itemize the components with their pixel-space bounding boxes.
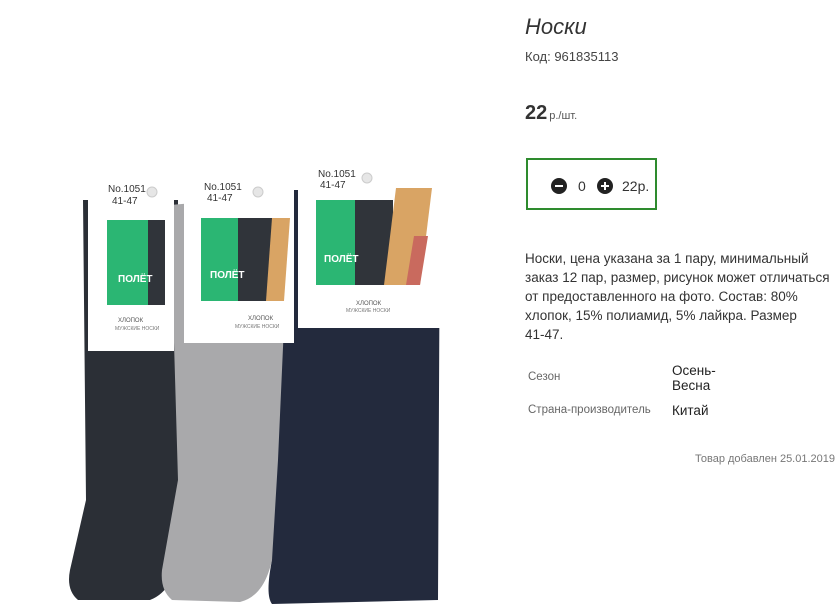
label-1-material: ХЛОПОК <box>118 318 144 324</box>
spec-value-line: Осень- <box>672 363 716 378</box>
label-2-model: No.1051 <box>204 182 242 193</box>
minus-circle-icon[interactable] <box>551 178 567 194</box>
label-1-kind: МУЖСКИЕ НОСКИ <box>115 326 160 332</box>
label-3-brand: ПОЛЁТ <box>324 252 359 265</box>
description-line: хлопок, 15% полиамид, 5% лайкра. Размер <box>525 308 797 323</box>
spec-label-season: Сезон <box>528 371 561 383</box>
sock-label-card-3: No.1051 41-47 ПОЛЁТ ХЛОПОК МУЖСКИЕ НОСКИ <box>298 158 442 328</box>
quantity-selector: 0 22р. <box>526 158 657 210</box>
product-title: Носки <box>525 14 587 39</box>
spec-value-country: Китай <box>672 403 709 418</box>
label-2-brand: ПОЛЁТ <box>210 268 245 281</box>
plus-circle-icon[interactable] <box>597 178 613 194</box>
price: 22 р./шт. <box>525 102 577 125</box>
product-description: Носки, цена указана за 1 пару, минимальн… <box>525 249 838 344</box>
label-2-material: ХЛОПОК <box>248 316 274 322</box>
label-1-model: No.1051 <box>108 184 146 195</box>
label-2-size: 41-47 <box>207 193 233 204</box>
spec-value-season: Осень- Весна <box>672 363 716 393</box>
quantity-value: 0 <box>578 178 586 194</box>
spec-label-country: Страна-производитель <box>528 404 651 416</box>
spec-value-line: Весна <box>672 378 711 393</box>
sock-label-card-2: No.1051 41-47 ПОЛЁТ ХЛОПОК МУЖСКИЕ НОСКИ <box>184 175 294 343</box>
label-1-brand: ПОЛЁТ <box>118 272 153 285</box>
spec-value-line: Китай <box>672 403 709 418</box>
quantity-total: 22р. <box>622 178 650 194</box>
price-value: 22 <box>525 102 548 124</box>
label-3-material: ХЛОПОК <box>356 301 382 307</box>
label-1-size: 41-47 <box>112 196 138 207</box>
sock-label-card-1: No.1051 41-47 ПОЛЁТ ХЛОПОК МУЖСКИЕ НОСКИ <box>88 178 174 351</box>
label-3-model: No.1051 <box>318 169 356 180</box>
date-added: Товар добавлен 25.01.2019 <box>695 453 836 465</box>
price-unit: р./шт. <box>549 110 578 122</box>
description-line: от предоставленного на фото. Состав: 80% <box>525 289 798 304</box>
label-3-size: 41-47 <box>320 180 346 191</box>
label-3-kind: МУЖСКИЕ НОСКИ <box>346 308 391 314</box>
label-2-kind: МУЖСКИЕ НОСКИ <box>235 324 280 330</box>
product-photo: No.1051 41-47 ПОЛЁТ ХЛОПОК МУЖСКИЕ НОСКИ… <box>69 158 442 604</box>
description-line: 41-47. <box>525 327 564 342</box>
product-code: Код: 961835113 <box>525 49 619 64</box>
description-line: заказ 12 пар, размер, рисунок может отли… <box>525 270 830 285</box>
description-line: Носки, цена указана за 1 пару, минимальн… <box>525 251 809 266</box>
